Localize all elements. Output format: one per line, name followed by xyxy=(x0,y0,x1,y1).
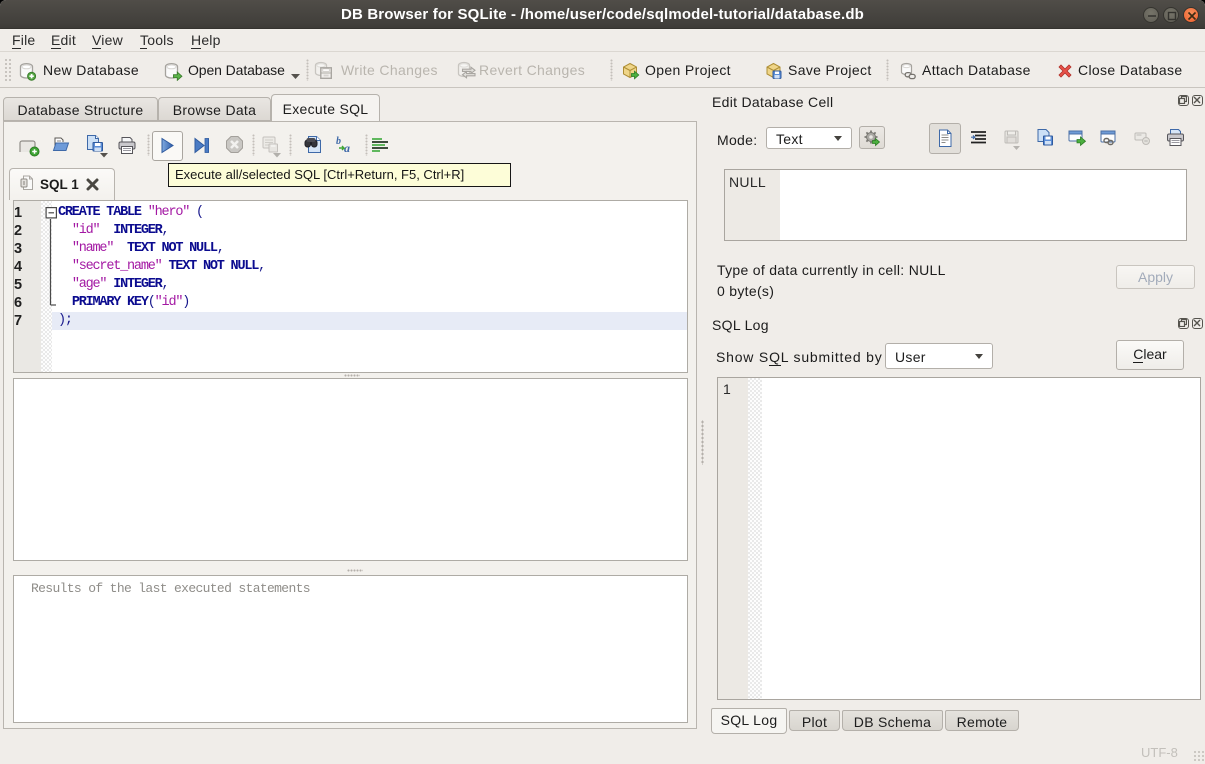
svg-text:b: b xyxy=(336,136,341,147)
